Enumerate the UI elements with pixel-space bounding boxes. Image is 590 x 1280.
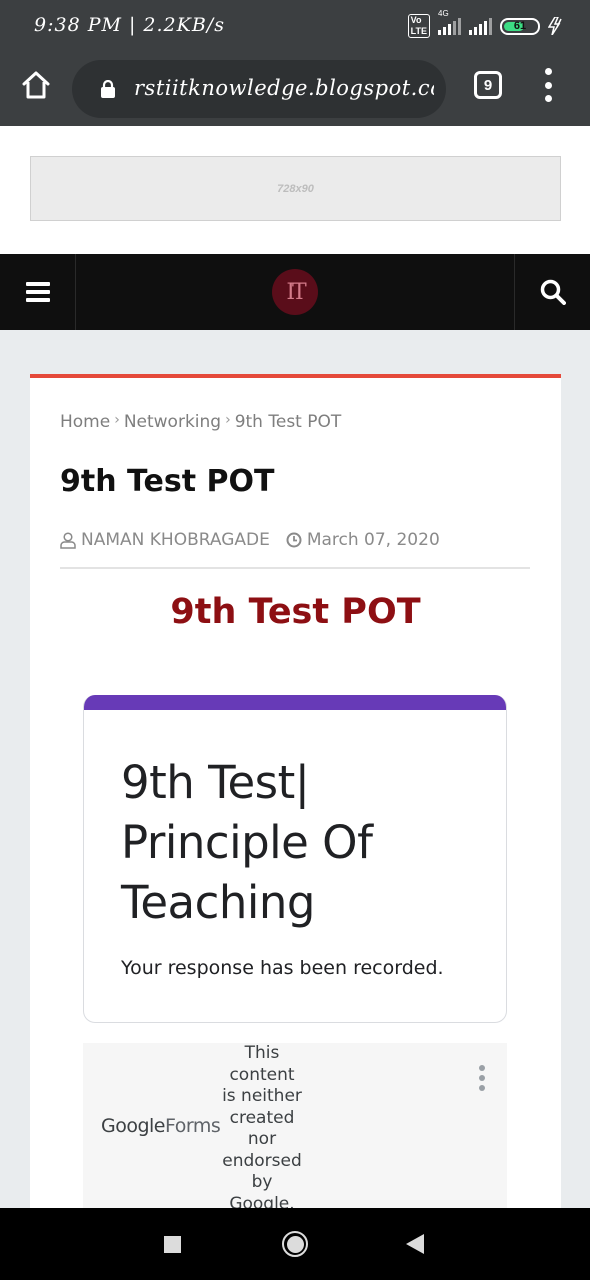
breadcrumb-home[interactable]: Home [60,412,110,432]
breadcrumb-separator: › [225,412,231,428]
lock-icon [101,80,115,98]
browser-toolbar: rstiitknowledge.blogspot.com 9 [0,52,590,126]
battery-icon: 61 [500,17,540,35]
form-response-message: Your response has been recorded. [121,957,444,979]
back-button[interactable] [406,1234,424,1254]
battery-level: 61 [513,20,527,32]
overflow-menu-icon[interactable] [538,68,558,102]
forms-disclaimer: This content is neither created nor endo… [222,1043,302,1208]
site-navbar: IT [0,254,590,330]
system-nav-bar [0,1208,590,1280]
post-heading: 9th Test POT [170,592,421,632]
form-accent-bar [84,695,506,710]
post-date: March 07, 2020 [306,530,440,550]
search-button[interactable] [514,254,590,330]
ad-placeholder[interactable]: 728x90 [30,156,561,221]
volte-icon: Vo LTE [407,14,430,38]
search-icon [540,279,566,305]
status-time: 9:38 PM | 2.2KB/s [34,14,225,36]
status-bar: 9:38 PM | 2.2KB/s Vo LTE 4G 61 [0,0,590,52]
home-icon[interactable] [20,69,52,101]
header-ad-area: 728x90 [0,126,590,254]
tab-switcher-button[interactable]: 9 [474,71,502,99]
address-bar[interactable]: rstiitknowledge.blogspot.com [72,60,446,118]
post-card: Home › Networking › 9th Test POT 9th Tes… [30,374,561,1208]
clock-icon [286,532,302,548]
signal-icon [469,17,492,35]
meta-divider [60,567,530,569]
google-form-embed: 9th Test| Principle Of Teaching Your res… [83,695,507,1023]
post-date-wrap: March 07, 2020 [286,530,440,550]
post-meta: NAMAN KHOBRAGADE March 07, 2020 [60,530,440,550]
breadcrumb-current: 9th Test POT [234,412,342,432]
more-options-icon[interactable] [479,1065,485,1091]
hamburger-icon [25,282,50,302]
recents-button[interactable] [164,1236,181,1253]
breadcrumb: Home › Networking › 9th Test POT [60,412,341,432]
system-home-button[interactable] [282,1231,308,1257]
signal-4g-icon: 4G [438,9,461,35]
user-icon [60,531,76,549]
charging-icon [548,17,562,35]
status-indicators: Vo LTE 4G 61 [407,9,564,38]
breadcrumb-separator: › [114,412,120,428]
site-logo[interactable]: IT [272,269,318,315]
menu-button[interactable] [0,254,76,330]
breadcrumb-networking[interactable]: Networking [124,412,221,432]
url-text[interactable]: rstiitknowledge.blogspot.com [134,76,434,100]
form-title: 9th Test| Principle Of Teaching [121,756,373,929]
google-forms-logo[interactable]: GoogleForms [101,1115,221,1137]
google-forms-footer: GoogleForms This content is neither crea… [83,1043,507,1208]
post-title: 9th Test POT [60,464,275,499]
post-author[interactable]: NAMAN KHOBRAGADE [81,530,270,550]
